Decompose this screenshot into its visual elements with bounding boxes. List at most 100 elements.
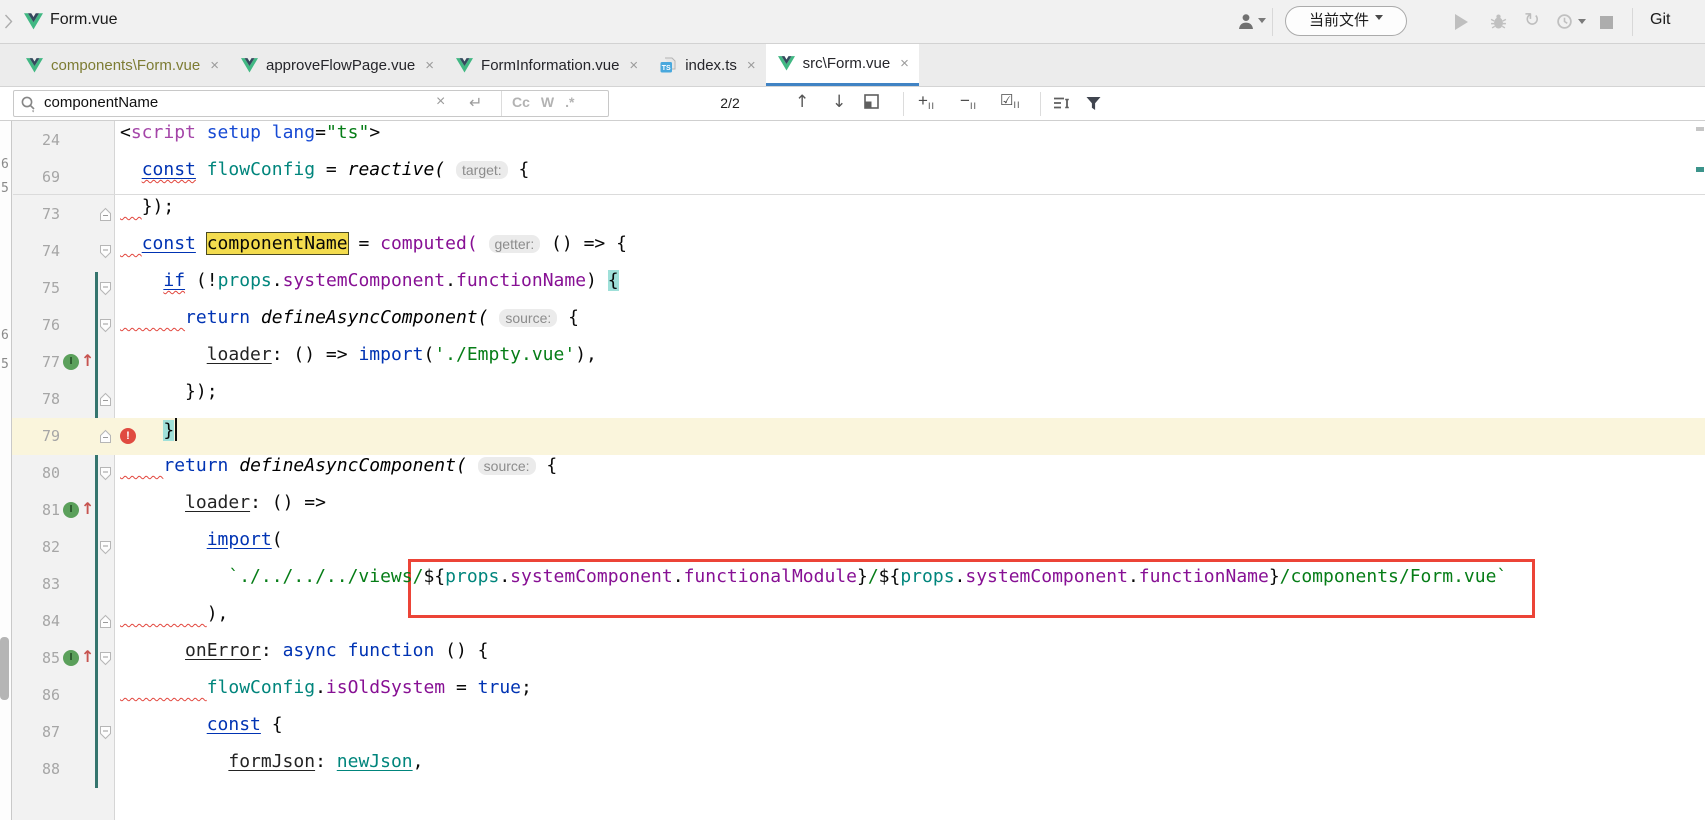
line-number[interactable]: 84 xyxy=(12,603,60,640)
line-number[interactable]: 74 xyxy=(12,233,60,270)
error-squiggle: const xyxy=(142,159,196,180)
code-token: import xyxy=(207,529,272,550)
search-icon[interactable] xyxy=(20,95,38,118)
fold-marker-down-icon[interactable] xyxy=(99,281,112,301)
code-line-88[interactable]: formJson: newJson, xyxy=(120,751,423,788)
line-number[interactable]: 75 xyxy=(12,270,60,307)
regex-toggle[interactable]: .* xyxy=(565,94,574,110)
code-line-79[interactable]: } xyxy=(120,418,177,455)
close-icon[interactable]: × xyxy=(900,55,909,72)
stripe-mark[interactable] xyxy=(1696,127,1704,131)
search-field[interactable]: componentName × ↵ Cc W .* xyxy=(13,90,609,117)
close-icon[interactable]: × xyxy=(425,57,434,74)
line-number[interactable]: 79 xyxy=(12,418,60,455)
tab-components-form.vue[interactable]: components\Form.vue× xyxy=(14,44,229,86)
line-number[interactable]: 82 xyxy=(12,529,60,566)
line-number[interactable]: 80 xyxy=(12,455,60,492)
search-input[interactable]: componentName xyxy=(44,94,158,111)
code-token: props xyxy=(900,566,954,587)
code-line-82[interactable]: import( xyxy=(120,529,283,566)
tab-forminformation.vue[interactable]: FormInformation.vue× xyxy=(444,44,648,86)
fold-marker-down-icon[interactable] xyxy=(99,540,112,560)
code-line-75[interactable]: if (!props.systemComponent.functionName)… xyxy=(120,270,619,307)
next-occurrence-button[interactable]: ↓ xyxy=(832,92,846,112)
line-number[interactable]: 77 xyxy=(12,344,60,381)
select-all-occurrences-button[interactable]: ☑II xyxy=(1000,91,1020,110)
code-line-80[interactable]: return defineAsyncComponent( source: { xyxy=(120,455,557,492)
up-arrow-icon[interactable]: ↑ xyxy=(81,649,94,665)
fold-marker-down-icon[interactable] xyxy=(99,466,112,486)
line-number[interactable]: 69 xyxy=(12,159,60,196)
code-line-84[interactable]: ), xyxy=(120,603,228,640)
editor[interactable]: 656524<script setup lang="ts">69 const f… xyxy=(0,121,1705,820)
debug-icon[interactable] xyxy=(1490,13,1507,33)
code-token: { xyxy=(608,270,619,291)
implementation-gutter-icon[interactable]: I xyxy=(63,650,79,666)
stripe-mark[interactable] xyxy=(1696,167,1704,172)
fold-marker-up-icon[interactable] xyxy=(99,207,112,227)
line-number[interactable]: 83 xyxy=(12,566,60,603)
fold-marker-down-icon[interactable] xyxy=(99,651,112,671)
open-in-find-window-icon[interactable] xyxy=(864,94,880,115)
code-token xyxy=(261,122,272,143)
user-dropdown-chevron-icon[interactable] xyxy=(1258,18,1266,27)
ts-file-icon: TS xyxy=(660,57,677,73)
close-icon[interactable]: × xyxy=(629,57,638,74)
implementation-gutter-icon[interactable]: I xyxy=(63,502,79,518)
code-line-85[interactable]: onError: async function () { xyxy=(120,640,488,677)
clear-search-icon[interactable]: × xyxy=(436,93,445,111)
line-number[interactable]: 81 xyxy=(12,492,60,529)
code-line-78[interactable]: }); xyxy=(120,381,218,418)
up-arrow-icon[interactable]: ↑ xyxy=(81,501,94,517)
filter-results-icon[interactable] xyxy=(1085,96,1102,116)
run-icon[interactable] xyxy=(1455,14,1468,30)
stop-icon[interactable] xyxy=(1600,16,1613,29)
line-number[interactable]: 87 xyxy=(12,714,60,751)
fold-marker-down-icon[interactable] xyxy=(99,725,112,745)
fold-marker-up-icon[interactable] xyxy=(99,429,112,449)
code-line-86[interactable]: flowConfig.isOldSystem = true; xyxy=(120,677,532,714)
line-number[interactable]: 24 xyxy=(12,122,60,159)
code-line-69[interactable]: const flowConfig = reactive( target: { xyxy=(120,159,529,196)
code-line-74[interactable]: const componentName = computed( getter: … xyxy=(120,233,627,270)
fold-marker-down-icon[interactable] xyxy=(99,244,112,264)
line-number[interactable]: 76 xyxy=(12,307,60,344)
line-number[interactable]: 88 xyxy=(12,751,60,788)
git-menu[interactable]: Git xyxy=(1650,11,1670,29)
code-line-76[interactable]: return defineAsyncComponent( source: { xyxy=(120,307,579,344)
edge-scrollbar-thumb[interactable] xyxy=(0,637,9,700)
line-number[interactable]: 78 xyxy=(12,381,60,418)
fold-marker-down-icon[interactable] xyxy=(99,318,112,338)
tab-index.ts[interactable]: TSindex.ts× xyxy=(648,44,765,86)
add-occurrence-button[interactable]: +II xyxy=(918,91,935,111)
breadcrumb-chevron-icon[interactable] xyxy=(4,14,13,34)
remove-occurrence-button[interactable]: −II xyxy=(960,91,977,111)
close-icon[interactable]: × xyxy=(747,57,756,74)
fold-marker-up-icon[interactable] xyxy=(99,614,112,634)
run-configuration-button[interactable]: 当前文件 xyxy=(1285,6,1407,36)
close-icon[interactable]: × xyxy=(210,57,219,74)
line-number[interactable]: 73 xyxy=(12,196,60,233)
code-line-87[interactable]: const { xyxy=(120,714,283,751)
fold-marker-up-icon[interactable] xyxy=(99,392,112,412)
tab-src-form.vue[interactable]: src\Form.vue× xyxy=(766,44,919,86)
profiler-icon[interactable] xyxy=(1556,13,1573,33)
user-icon[interactable] xyxy=(1237,13,1256,35)
line-number[interactable]: 85 xyxy=(12,640,60,677)
previous-occurrence-button[interactable]: ↑ xyxy=(795,92,809,112)
words-toggle[interactable]: W xyxy=(541,94,554,110)
search-in-selection-icon[interactable] xyxy=(1053,96,1071,116)
profiler-chevron-icon[interactable] xyxy=(1578,19,1586,28)
newline-icon[interactable]: ↵ xyxy=(469,93,482,112)
match-case-toggle[interactable]: Cc xyxy=(512,94,530,110)
coverage-icon[interactable]: ↻ xyxy=(1524,12,1540,29)
code-line-83[interactable]: `./../../../views/${props.systemComponen… xyxy=(120,566,1507,603)
tab-approveflowpage.vue[interactable]: approveFlowPage.vue× xyxy=(229,44,444,86)
line-number[interactable]: 86 xyxy=(12,677,60,714)
code-line-77[interactable]: loader: () => import('./Empty.vue'), xyxy=(120,344,597,381)
code-line-81[interactable]: loader: () => xyxy=(120,492,326,529)
implementation-gutter-icon[interactable]: I xyxy=(63,354,79,370)
up-arrow-icon[interactable]: ↑ xyxy=(81,353,94,369)
code-line-73[interactable]: }); xyxy=(120,196,174,233)
code-line-24[interactable]: <script setup lang="ts"> xyxy=(120,122,380,159)
